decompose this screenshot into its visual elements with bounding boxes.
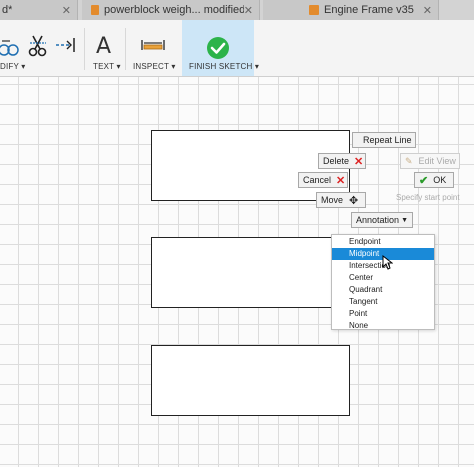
tab-close-icon[interactable]: ✕ [244,4,253,17]
annotation-label: Annotation [356,215,400,225]
finish-sketch-group[interactable]: FINISH SKETCH ▾ [182,20,259,76]
ok-check-icon: ✔ [419,174,429,187]
move-arrows-icon: ✥ [349,194,359,207]
tab-label: Engine Frame v35 [324,4,414,16]
repeat-line-button[interactable]: Repeat Line [352,132,416,148]
tab-engine-frame[interactable]: Engine Frame v35 ✕ [263,0,439,20]
tab-document-1[interactable]: d* ✕ [0,0,78,20]
tab-close-icon[interactable]: ✕ [62,4,71,17]
document-tab-bar: d* ✕ powerblock weigh... modified v8*(1)… [0,0,474,20]
trim-scissors-icon[interactable] [28,34,48,58]
ok-label: OK [433,175,447,185]
tab-label: powerblock weigh... modified v8*(1) [104,4,244,16]
menu-item-endpoint[interactable]: Endpoint [332,236,434,248]
measure-ruler-icon[interactable] [141,39,165,51]
menu-item-center[interactable]: Center [332,272,434,284]
tab-close-icon[interactable]: ✕ [423,4,432,17]
modify-menu-label[interactable]: DIFY ▾ [0,62,26,71]
inspect-group[interactable]: INSPECT ▾ [130,20,178,76]
inspect-menu-label[interactable]: INSPECT ▾ [133,62,176,71]
prompt-text: Specify start point [396,193,460,202]
mouse-cursor-icon [382,255,393,270]
menu-item-none[interactable]: None [332,320,434,332]
toolbar-divider [84,28,85,70]
delete-button[interactable]: Delete ✕ [318,153,366,169]
snap-dropdown-menu: Endpoint Midpoint Intersection Center Qu… [331,234,435,330]
design-file-icon [91,5,100,15]
menu-item-point[interactable]: Point [332,308,434,320]
move-button[interactable]: Move ✥ [316,192,366,208]
repeat-line-label: Repeat Line [363,135,412,145]
cancel-button[interactable]: Cancel ✕ [298,172,348,188]
modify-group[interactable]: DIFY ▾ [0,20,82,76]
ok-button[interactable]: ✔ OK [414,172,454,188]
text-icon[interactable]: A [96,34,111,59]
delete-x-icon: ✕ [354,155,364,168]
sketch-rectangle[interactable] [151,237,350,308]
sketch-toolbar: DIFY ▾ A TEXT ▾ INSPECT ▾ FINISH SKETCH … [0,20,474,77]
edit-view-icon: ✎ [405,155,413,166]
finish-sketch-label[interactable]: FINISH SKETCH ▾ [189,62,259,71]
cancel-x-icon: ✕ [336,174,346,187]
menu-item-tangent[interactable]: Tangent [332,296,434,308]
tab-powerblock[interactable]: powerblock weigh... modified v8*(1) ✕ [82,0,260,20]
extend-icon[interactable] [55,37,77,53]
tab-label: d* [2,4,13,16]
cancel-label: Cancel [303,175,332,185]
delete-label: Delete [323,156,350,166]
move-label: Move [321,195,344,205]
text-menu-label[interactable]: TEXT ▾ [93,62,121,71]
edit-view-label: Edit View [418,156,456,166]
design-file-icon [309,5,319,15]
finish-sketch-check-icon[interactable] [206,36,230,60]
menu-item-quadrant[interactable]: Quadrant [332,284,434,296]
annotation-button[interactable]: Annotation ▼ [351,212,413,228]
toolbar-divider [125,28,126,70]
text-group[interactable]: A TEXT ▾ [88,20,122,76]
annotation-dropdown-icon: ▼ [401,216,408,224]
sketch-rectangle[interactable] [151,345,350,416]
edit-view-button[interactable]: ✎ Edit View [400,153,460,169]
offset-icon[interactable] [0,36,20,58]
